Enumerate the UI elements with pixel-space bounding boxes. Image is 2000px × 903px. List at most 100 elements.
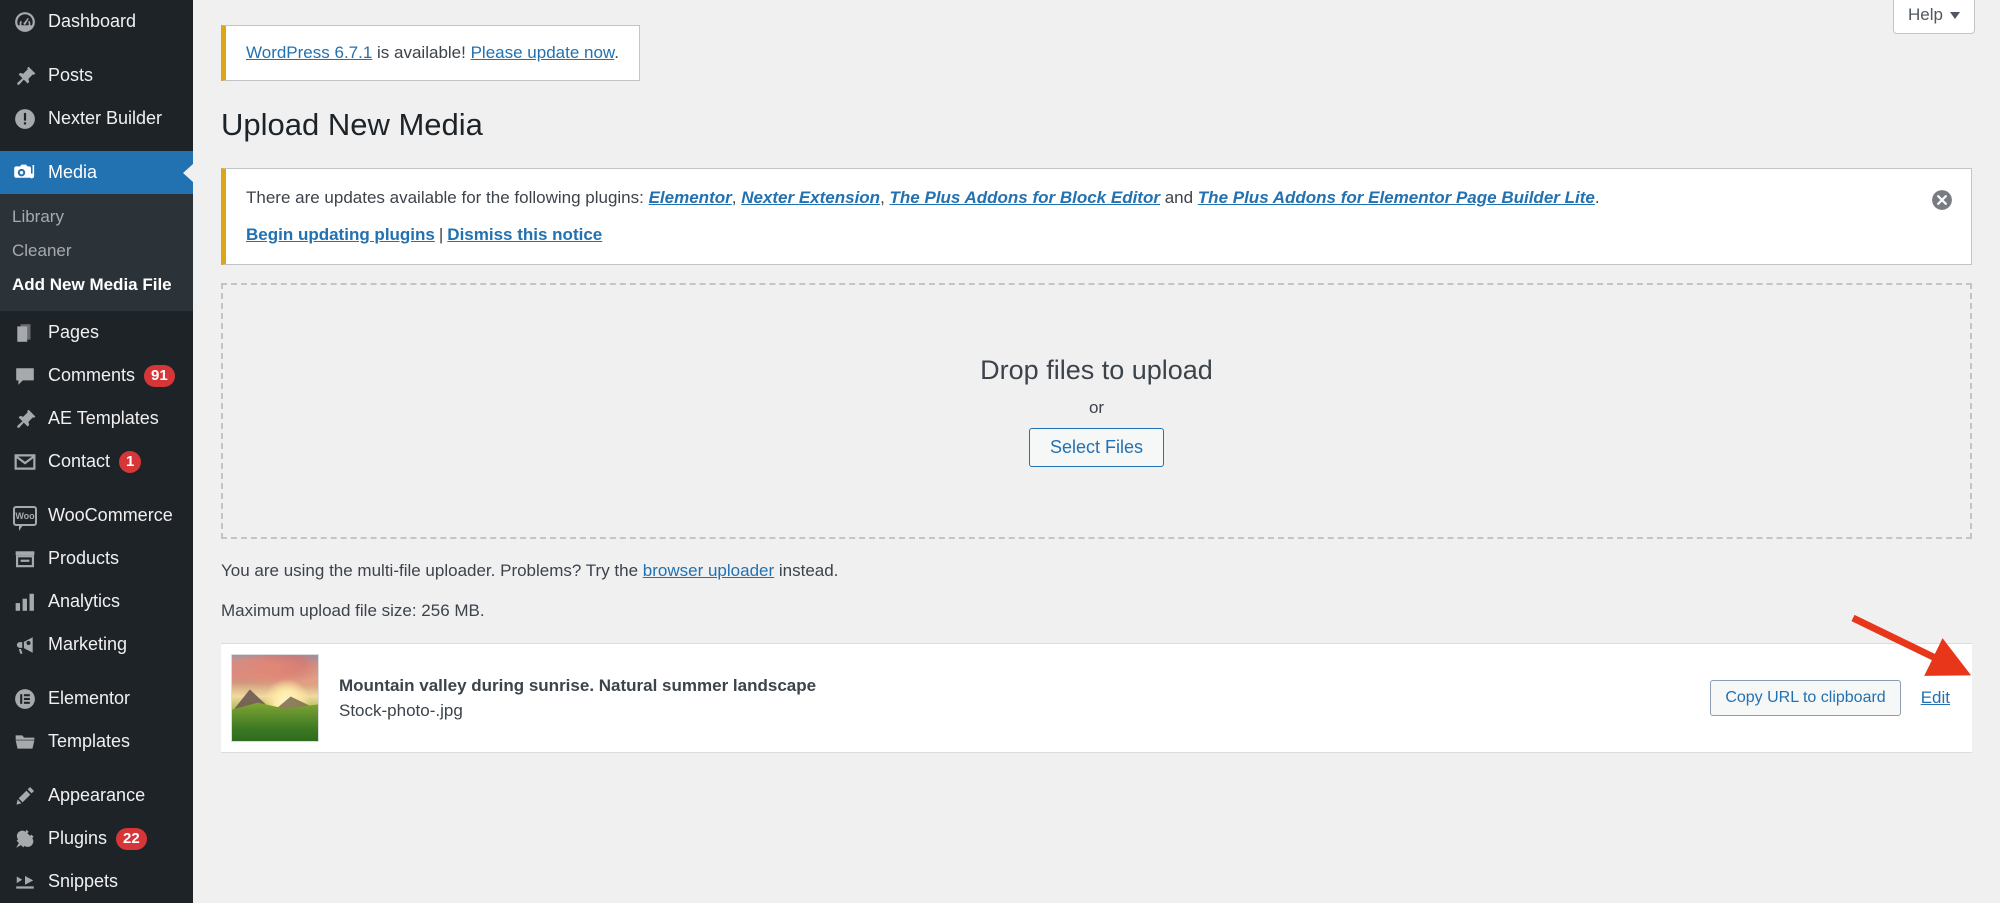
edit-media-link[interactable]: Edit [1921, 688, 1950, 708]
sidebar-item-nexter-builder[interactable]: Nexter Builder [0, 97, 193, 140]
plugins-notice-lead: There are updates available for the foll… [246, 187, 649, 207]
sidebar-separator [0, 140, 193, 151]
bar-chart-icon [12, 589, 38, 615]
sidebar-item-label: Comments [48, 365, 136, 385]
sidebar-item-label: Pages [48, 322, 100, 342]
plugins-update-notice: There are updates available for the foll… [221, 167, 1972, 266]
sidebar-item-plugins[interactable]: Plugins 22 [0, 817, 193, 860]
wordpress-version-link[interactable]: WordPress 6.7.1 [246, 43, 372, 62]
sidebar-badge-count: 1 [119, 450, 142, 473]
media-row-actions: Copy URL to clipboard Edit [1710, 680, 1950, 717]
help-tab-container: Help [1893, 0, 1975, 34]
sidebar-item-ae-templates[interactable]: AE Templates [0, 397, 193, 440]
folder-icon [12, 729, 38, 755]
sidebar-item-pages[interactable]: Pages [0, 311, 193, 354]
exclamation-circle-icon [12, 106, 38, 132]
snippets-icon [12, 869, 38, 895]
elementor-icon [12, 686, 38, 712]
table-row: Mountain valley during sunrise. Natural … [221, 644, 1972, 752]
sidebar-item-label: Plugins [48, 828, 108, 848]
camera-icon [12, 160, 38, 186]
sidebar-item-label: Elementor [48, 688, 131, 708]
uploader-note: You are using the multi-file uploader. P… [221, 561, 1972, 581]
select-files-button[interactable]: Select Files [1028, 428, 1165, 468]
media-filename: Stock-photo-.jpg [339, 701, 463, 721]
sidebar-item-label: WooCommerce [48, 505, 173, 525]
sidebar-badge-count: 22 [116, 827, 147, 850]
dismiss-this-notice-link[interactable]: Dismiss this notice [447, 225, 602, 244]
submenu-item-library[interactable]: Library [0, 200, 193, 234]
sidebar-item-label: Media [48, 162, 98, 182]
pages-icon [12, 320, 38, 346]
sidebar-item-products[interactable]: Products [0, 537, 193, 580]
sidebar-item-label: Templates [48, 731, 131, 751]
sidebar-separator [0, 43, 193, 54]
wordpress-update-notice: WordPress 6.7.1 is available! Please upd… [221, 25, 640, 82]
media-metadata: Mountain valley during sunrise. Natural … [319, 673, 1710, 724]
sidebar-item-marketing[interactable]: Marketing [0, 623, 193, 666]
sidebar-separator [0, 483, 193, 494]
submenu-item-cleaner[interactable]: Cleaner [0, 234, 193, 268]
close-icon[interactable] [1931, 189, 1953, 211]
sidebar-item-contact[interactable]: Contact 1 [0, 440, 193, 483]
sidebar-item-posts[interactable]: Posts [0, 54, 193, 97]
sidebar-separator [0, 763, 193, 774]
dashboard-icon [12, 9, 38, 35]
sidebar-item-label: Products [48, 548, 120, 568]
sidebar-item-comments[interactable]: Comments 91 [0, 354, 193, 397]
sidebar-item-label: Marketing [48, 634, 128, 654]
uploader-note-after: instead. [774, 561, 839, 581]
sidebar-item-media[interactable]: Media [0, 151, 193, 194]
main-content: Help WordPress 6.7.1 is available! Pleas… [193, 0, 2000, 903]
media-title: Mountain valley during sunrise. Natural … [339, 675, 817, 695]
sidebar-item-label: Appearance [48, 785, 146, 805]
plugin-list-separator: , [880, 187, 890, 207]
pin-icon [12, 406, 38, 432]
sidebar-item-label: Analytics [48, 591, 121, 611]
content-area: WordPress 6.7.1 is available! Please upd… [193, 0, 2000, 754]
action-separator: | [438, 224, 444, 244]
sidebar-item-templates[interactable]: Templates [0, 720, 193, 763]
sidebar-separator [0, 666, 193, 677]
plugins-notice-actions: Begin updating plugins | Dismiss this noti… [246, 222, 1953, 248]
sidebar-item-analytics[interactable]: Analytics [0, 580, 193, 623]
sidebar-item-dashboard[interactable]: Dashboard [0, 0, 193, 43]
upload-dropzone[interactable]: Drop files to upload or Select Files [221, 283, 1972, 540]
plugins-notice-end: . [1594, 187, 1600, 207]
woo-icon: Woo [12, 503, 38, 531]
wordpress-notice-middle-text: is available! [372, 43, 471, 62]
page-title: Upload New Media [221, 107, 483, 143]
sidebar-item-label: Dashboard [48, 11, 137, 31]
wordpress-notice-end-text: . [614, 43, 619, 62]
chevron-down-icon [1950, 11, 1960, 19]
submenu-item-add-new-media-file[interactable]: Add New Media File [0, 268, 193, 302]
uploaded-media-list: Mountain valley during sunrise. Natural … [221, 643, 1972, 754]
max-upload-size-text: Maximum upload file size: 256 MB. [221, 601, 485, 621]
media-thumbnail [231, 654, 319, 743]
sidebar-item-elementor[interactable]: Elementor [0, 677, 193, 720]
comment-icon [12, 363, 38, 389]
plugin-link-elementor[interactable]: Elementor [649, 188, 732, 207]
dropzone-or-text: or [1088, 398, 1105, 418]
sidebar-item-label: AE Templates [48, 408, 159, 428]
begin-updating-plugins-link[interactable]: Begin updating plugins [246, 225, 435, 244]
sidebar-badge-count: 91 [144, 364, 175, 387]
copy-url-to-clipboard-button[interactable]: Copy URL to clipboard [1710, 680, 1901, 717]
browser-uploader-link[interactable]: browser uploader [643, 561, 774, 580]
plugin-list-separator: , [731, 187, 742, 207]
help-button-label: Help [1908, 5, 1943, 24]
pin-icon [12, 63, 38, 89]
envelope-icon [12, 449, 38, 475]
plugin-link-the-plus-addons-for-block-editor[interactable]: The Plus Addons for Block Editor [890, 188, 1160, 207]
sidebar-item-label: Snippets [48, 871, 119, 891]
help-button[interactable]: Help [1893, 0, 1975, 34]
plugin-link-the-plus-addons-for-elementor-page-builder-lite[interactable]: The Plus Addons for Elementor Page Build… [1198, 188, 1595, 207]
plugin-link-nexter-extension[interactable]: Nexter Extension [741, 188, 880, 207]
uploader-note-before: You are using the multi-file uploader. P… [221, 561, 643, 581]
sidebar-item-snippets[interactable]: Snippets [0, 860, 193, 903]
sidebar-item-appearance[interactable]: Appearance [0, 774, 193, 817]
sidebar-item-woocommerce[interactable]: Woo WooCommerce [0, 494, 193, 537]
plug-icon [12, 826, 38, 852]
sidebar-submenu-media: Library Cleaner Add New Media File [0, 194, 193, 311]
please-update-now-link[interactable]: Please update now [471, 43, 615, 62]
